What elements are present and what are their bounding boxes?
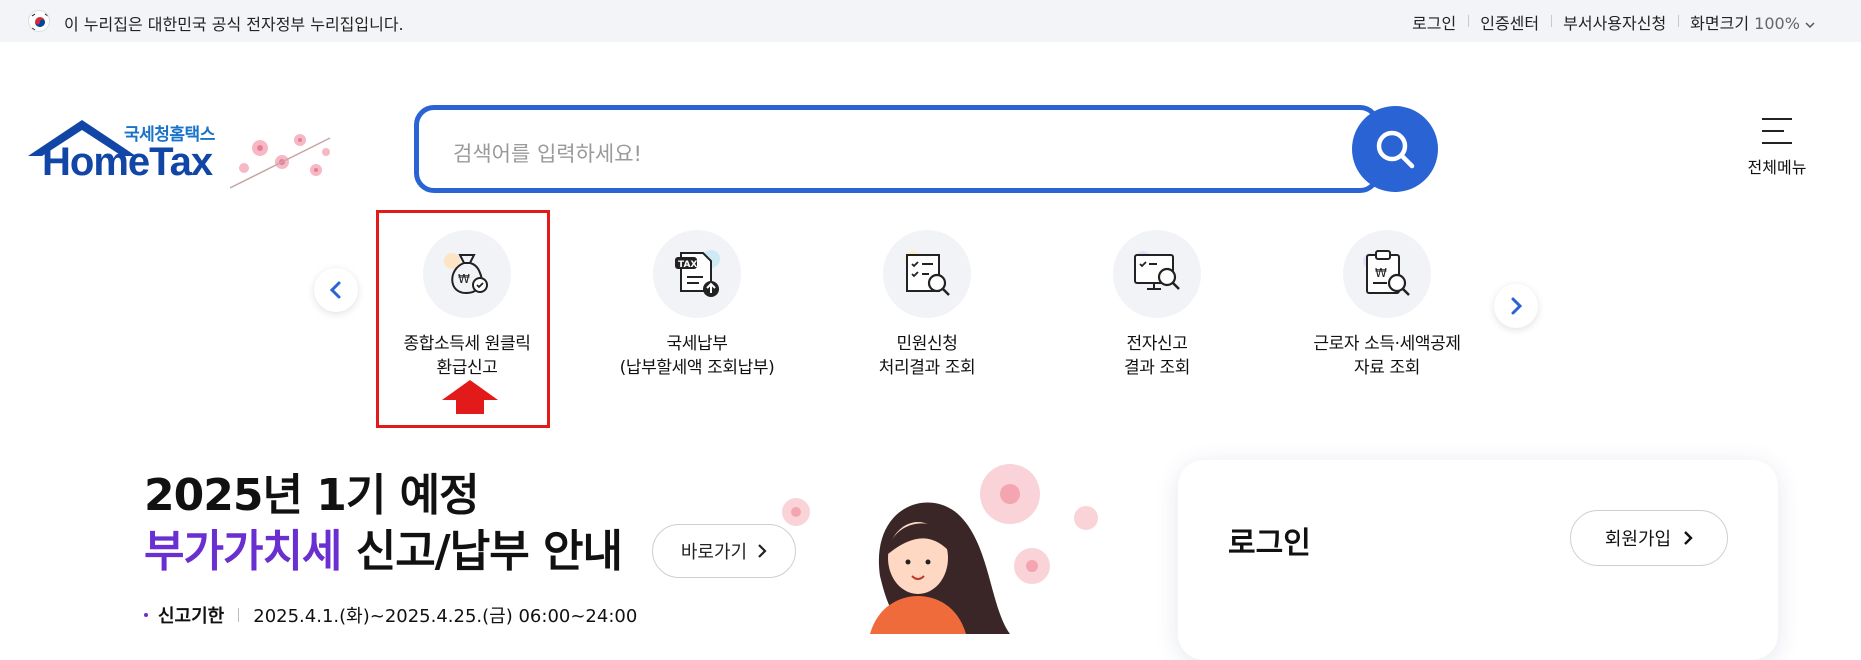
promo-title: 2025년 1기 예정 부가가치세 신고/납부 안내 — [144, 468, 623, 580]
zoom-control[interactable]: 화면크기 100% — [1678, 10, 1827, 34]
chevron-down-icon — [1805, 22, 1815, 29]
zoom-label: 화면크기 — [1690, 14, 1750, 33]
chevron-left-icon — [329, 281, 341, 299]
cherry-blossom-icon — [230, 134, 331, 189]
document-search-icon — [883, 230, 971, 318]
quick-menu-label: 민원신청 처리결과 조회 — [878, 334, 976, 378]
promo-title-rest: 신고/납부 안내 — [341, 526, 623, 577]
cert-center-link[interactable]: 인증센터 — [1468, 10, 1551, 34]
signup-button-label: 회원가입 — [1604, 529, 1672, 550]
logo-title: HomeTax — [42, 140, 213, 184]
signup-button[interactable]: 회원가입 — [1570, 510, 1728, 566]
chevron-right-icon — [1511, 297, 1523, 315]
search-icon — [1376, 130, 1415, 169]
login-title: 로그인 — [1228, 526, 1311, 561]
deadline-info: 신고기한 2025.4.1.(화)~2025.4.25.(금) 06:00~24… — [144, 602, 637, 628]
promo-title-line1: 2025년 1기 예정 — [144, 470, 480, 521]
hometax-logo[interactable]: 국세청홈택스 HomeTax — [26, 118, 336, 190]
promo-accent: 부가가치세 — [144, 526, 342, 577]
svg-text:₩: ₩ — [1375, 266, 1387, 280]
quick-menu-label: 근로자 소득·세액공제 자료 조회 — [1313, 334, 1461, 378]
full-menu-label: 전체메뉴 — [1747, 158, 1807, 177]
quick-menu-label: 국세납부 (납부할세액 조회납부) — [619, 334, 775, 378]
full-menu-button[interactable]: 전체메뉴 — [1737, 118, 1817, 186]
red-arrow-up-icon — [442, 380, 498, 414]
login-link[interactable]: 로그인 — [1400, 10, 1468, 34]
search-input[interactable]: 검색어를 입력하세요! — [414, 105, 1380, 193]
deadline-label: 신고기한 — [158, 606, 225, 627]
quick-menu-item[interactable]: TAX 국세납부 (납부할세액 조회납부) — [582, 230, 812, 380]
divider — [238, 608, 240, 622]
quick-menu-item[interactable]: 민원신청 처리결과 조회 — [812, 230, 1042, 380]
clipboard-search-icon: ₩ — [1343, 230, 1431, 318]
search-button[interactable] — [1352, 106, 1438, 192]
promo-title-line2: 부가가치세 신고/납부 안내 — [144, 524, 623, 580]
zoom-value: 100% — [1754, 14, 1800, 33]
go-button-label: 바로가기 — [680, 542, 748, 563]
woman-illustration — [782, 464, 1098, 634]
quick-menu-item[interactable]: 전자신고 결과 조회 — [1042, 230, 1272, 380]
search-placeholder: 검색어를 입력하세요! — [453, 142, 642, 166]
gov-banner-text: 이 누리집은 대한민국 공식 전자정부 누리집입니다. — [64, 15, 404, 34]
quick-menu-label: 전자신고 결과 조회 — [1124, 334, 1190, 378]
korea-flag-icon — [28, 10, 50, 32]
gov-banner: 이 누리집은 대한민국 공식 전자정부 누리집입니다. 로그인 인증센터 부서사… — [0, 0, 1861, 42]
chevron-right-icon — [1684, 531, 1693, 545]
bullet-dot — [144, 613, 148, 617]
monitor-search-icon — [1113, 230, 1201, 318]
hamburger-icon — [1762, 118, 1792, 144]
deadline-value: 2025.4.1.(화)~2025.4.25.(금) 06:00~24:00 — [253, 606, 638, 627]
search-bar: 검색어를 입력하세요! — [414, 105, 1438, 193]
quick-menu-item[interactable]: ₩ 근로자 소득·세액공제 자료 조회 — [1272, 230, 1502, 380]
login-panel: 로그인 회원가입 — [1178, 460, 1778, 660]
utility-nav: 로그인 인증센터 부서사용자신청 화면크기 100% — [1400, 10, 1827, 34]
dept-user-link[interactable]: 부서사용자신청 — [1551, 10, 1678, 34]
tax-upload-icon: TAX — [653, 230, 741, 318]
svg-text:TAX: TAX — [678, 260, 697, 270]
